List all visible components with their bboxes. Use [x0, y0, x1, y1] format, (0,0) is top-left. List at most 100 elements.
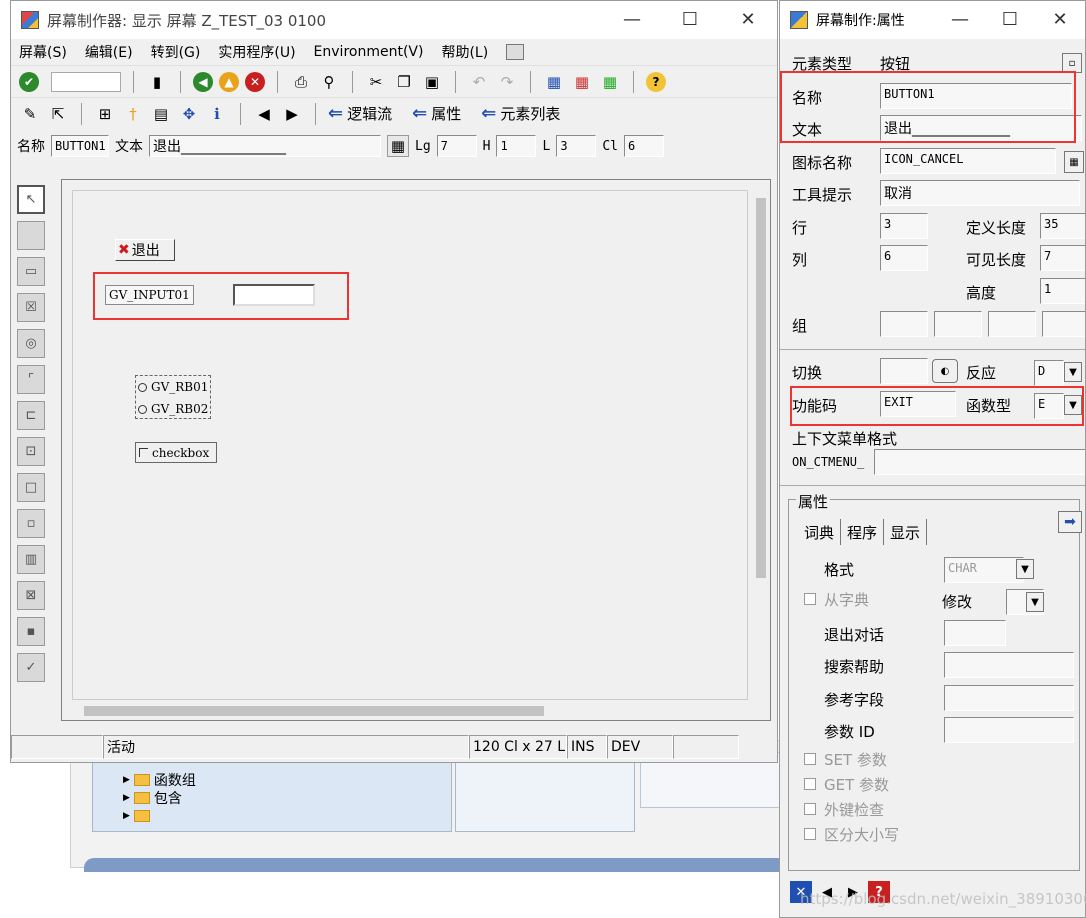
- table-wizard-icon[interactable]: ⊠: [17, 581, 45, 610]
- menu-utilities[interactable]: 实用程序(U): [218, 42, 295, 62]
- column-field[interactable]: 6: [880, 245, 928, 271]
- attributes-link[interactable]: ⇐ 属性: [412, 103, 461, 124]
- visible-length-field[interactable]: 7: [1040, 245, 1085, 271]
- prev-icon[interactable]: ◀: [253, 103, 275, 125]
- hierarchy-icon[interactable]: ⊞: [94, 103, 116, 125]
- window-layout-icon[interactable]: ▦: [543, 71, 565, 93]
- vertical-scrollbar[interactable]: [752, 180, 770, 700]
- cut-icon[interactable]: ✂: [365, 71, 387, 93]
- tabstrip-tool-icon[interactable]: ⊏: [17, 401, 45, 430]
- search-help-field[interactable]: [944, 652, 1074, 678]
- horizontal-scrollbar[interactable]: [62, 702, 752, 720]
- help-icon[interactable]: ?: [646, 71, 666, 92]
- fk-check-checkbox[interactable]: [804, 803, 816, 815]
- flow-logic-link[interactable]: ⇐ 逻辑流: [328, 103, 392, 124]
- lg-field[interactable]: 7: [436, 135, 477, 157]
- ref-field-input[interactable]: [944, 685, 1074, 711]
- find-icon[interactable]: ⚲: [318, 71, 340, 93]
- group-field-1[interactable]: [880, 311, 928, 337]
- height-field[interactable]: 1: [1040, 278, 1085, 304]
- menu-environment[interactable]: Environment(V): [314, 44, 424, 60]
- icon-name-field[interactable]: ICON_CANCEL: [880, 148, 1056, 174]
- save-icon[interactable]: ▮: [146, 71, 168, 93]
- switch-icon[interactable]: ◐: [932, 359, 958, 383]
- status-icon-tool[interactable]: ✓: [17, 653, 45, 682]
- arrow-right-icon[interactable]: ➡: [1058, 511, 1082, 533]
- tab-dictionary[interactable]: 词典: [798, 519, 842, 545]
- context-menu-field[interactable]: [874, 449, 1085, 475]
- activate-icon[interactable]: ⇱: [47, 103, 69, 125]
- grid-icon[interactable]: ▦: [1064, 151, 1084, 173]
- copy-icon[interactable]: ❐: [393, 71, 415, 93]
- group-field-2[interactable]: [934, 311, 982, 337]
- grid-icon[interactable]: ▦: [387, 135, 409, 157]
- layout-icon[interactable]: ▤: [150, 103, 172, 125]
- chevron-down-icon[interactable]: ▼: [1064, 362, 1082, 382]
- close-button[interactable]: ✕: [1035, 1, 1085, 39]
- move-icon[interactable]: ✥: [178, 103, 200, 125]
- command-field[interactable]: [51, 71, 121, 92]
- exit-dialog-field[interactable]: [944, 620, 1006, 646]
- minimize-button[interactable]: —: [603, 1, 661, 39]
- window-layout-3-icon[interactable]: ▦: [599, 71, 621, 93]
- print-icon[interactable]: ⎙: [290, 71, 312, 93]
- maximize-button[interactable]: ☐: [985, 1, 1035, 39]
- h-field[interactable]: 1: [496, 135, 537, 157]
- name-field[interactable]: BUTTON1: [51, 135, 109, 157]
- radio-button-1[interactable]: GV_RB01: [136, 376, 210, 398]
- case-sensitive-checkbox[interactable]: [804, 828, 816, 840]
- check-icon[interactable]: ✔: [19, 71, 39, 92]
- next-icon[interactable]: ▶: [281, 103, 303, 125]
- maximize-button[interactable]: ☐: [661, 1, 719, 39]
- defined-length-field[interactable]: 35: [1040, 213, 1085, 239]
- tooltip-field[interactable]: 取消: [880, 180, 1080, 206]
- get-param-checkbox[interactable]: [804, 778, 816, 790]
- checkbox-tool-icon[interactable]: ☒: [17, 293, 45, 322]
- input-field-tool-icon[interactable]: ▭: [17, 257, 45, 286]
- table-control-icon[interactable]: ▥: [17, 545, 45, 574]
- radio-button-2[interactable]: GV_RB02: [136, 398, 210, 420]
- switch-field[interactable]: [880, 358, 928, 384]
- cl-field[interactable]: 6: [623, 135, 664, 157]
- group-field-3[interactable]: [988, 311, 1036, 337]
- box-tool-icon[interactable]: □: [17, 473, 45, 502]
- format-field[interactable]: CHAR: [944, 557, 1024, 583]
- radio-tool-icon[interactable]: ◎: [17, 329, 45, 358]
- tree-item[interactable]: ▶: [123, 807, 150, 825]
- tree-item[interactable]: ▶ 函数组: [123, 771, 196, 789]
- menu-help[interactable]: 帮助(L): [441, 42, 488, 62]
- from-dict-checkbox[interactable]: [804, 593, 816, 605]
- pin-icon[interactable]: †: [122, 103, 144, 125]
- text-field[interactable]: 退出_______________: [149, 135, 381, 157]
- menu-edit[interactable]: 编辑(E): [85, 42, 133, 62]
- pushbutton-tool-icon[interactable]: ⌜: [17, 365, 45, 394]
- exit-pushbutton[interactable]: ✖ 退出: [115, 239, 175, 261]
- minimize-button[interactable]: —: [935, 1, 985, 39]
- exit-icon[interactable]: ▲: [219, 71, 239, 92]
- param-id-field[interactable]: [944, 717, 1074, 743]
- tree-item[interactable]: ▶ 包含: [123, 789, 182, 807]
- set-param-checkbox[interactable]: [804, 753, 816, 765]
- pointer-icon[interactable]: ↖: [17, 185, 45, 214]
- redo-icon[interactable]: ↷: [496, 71, 518, 93]
- tab-display[interactable]: 显示: [884, 519, 928, 545]
- layout-menu-icon[interactable]: [506, 44, 525, 60]
- text-field-tool-icon[interactable]: [17, 221, 45, 250]
- row-field[interactable]: 3: [880, 213, 928, 239]
- tab-program[interactable]: 程序: [841, 519, 885, 545]
- subscreen-tool-icon[interactable]: ▫: [17, 509, 45, 538]
- radio-group[interactable]: GV_RB01 GV_RB02: [135, 375, 211, 419]
- group-field-4[interactable]: [1042, 311, 1085, 337]
- reaction-field[interactable]: D: [1034, 360, 1064, 386]
- window-layout-2-icon[interactable]: ▦: [571, 71, 593, 93]
- cancel-icon[interactable]: ✕: [245, 71, 265, 92]
- test-icon[interactable]: ✎: [19, 103, 41, 125]
- custom-control-icon[interactable]: ▪: [17, 617, 45, 646]
- menu-screen[interactable]: 屏幕(S): [19, 42, 67, 62]
- close-button[interactable]: ✕: [719, 1, 777, 39]
- paste-icon[interactable]: ▣: [421, 71, 443, 93]
- chevron-down-icon[interactable]: ▼: [1016, 559, 1034, 579]
- chevron-down-icon[interactable]: ▼: [1026, 592, 1044, 612]
- tabstrip-wizard-icon[interactable]: ⊡: [17, 437, 45, 466]
- element-type-icon[interactable]: ▫: [1062, 53, 1082, 73]
